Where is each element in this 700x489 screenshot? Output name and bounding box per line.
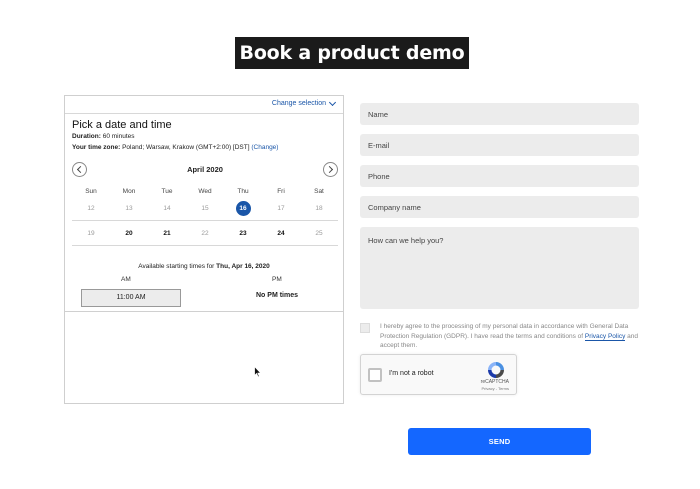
timezone-change-link[interactable]: (Change) bbox=[251, 144, 278, 151]
recaptcha-terms[interactable]: Privacy - Terms bbox=[482, 386, 509, 391]
calendar-day: 25 bbox=[315, 229, 323, 237]
weekday-label: Sun bbox=[85, 187, 97, 195]
weekday-label: Tue bbox=[161, 187, 173, 195]
calendar-day: 13 bbox=[125, 204, 133, 212]
am-label: AM bbox=[121, 276, 131, 283]
weekday-label: Fri bbox=[277, 187, 285, 195]
mouse-cursor-icon bbox=[254, 366, 262, 378]
recaptcha-widget: I'm not a robot reCAPTCHA Privacy - Term… bbox=[360, 354, 517, 395]
month-navigation: April 2020 bbox=[72, 162, 338, 178]
calendar-day-selected[interactable]: 16 bbox=[224, 200, 262, 216]
weekday-label: Mon bbox=[122, 187, 136, 195]
recaptcha-label: I'm not a robot bbox=[389, 370, 434, 377]
available-prefix: Available starting times for bbox=[138, 263, 217, 270]
calendar-day-available[interactable]: 20 bbox=[110, 230, 148, 237]
change-selection-link[interactable]: Change selection bbox=[271, 98, 337, 107]
calendar-week: 19 20 21 22 23 24 25 bbox=[72, 221, 338, 245]
divider bbox=[65, 113, 343, 114]
pm-label: PM bbox=[272, 276, 282, 283]
weekday-header: Sun Mon Tue Wed Thu Fri Sat bbox=[72, 186, 338, 196]
available-times-caption: Available starting times for Thu, Apr 16… bbox=[65, 263, 343, 270]
available-date: Thu, Apr 16, 2020 bbox=[216, 263, 270, 270]
time-slot-button[interactable]: 11:00 AM bbox=[81, 289, 181, 307]
selected-day-number: 16 bbox=[235, 200, 251, 216]
timezone-label: Your time zone: bbox=[72, 144, 121, 151]
calendar-day: 17 bbox=[277, 204, 285, 212]
duration-label: Duration: bbox=[72, 133, 101, 140]
calendar-day: 22 bbox=[201, 229, 209, 237]
duration-value: 60 minutes bbox=[102, 133, 135, 140]
weekday-label: Thu bbox=[237, 187, 249, 195]
phone-field[interactable] bbox=[360, 165, 639, 187]
company-field[interactable] bbox=[360, 196, 639, 218]
calendar-day: 12 bbox=[87, 204, 95, 212]
privacy-policy-link[interactable]: Privacy Policy bbox=[584, 332, 626, 341]
calendar-day-available[interactable]: 23 bbox=[224, 230, 262, 237]
timezone-value: Poland; Warsaw, Krakow (GMT+2:00) [DST] bbox=[122, 144, 250, 151]
scheduler-heading: Pick a date and time bbox=[72, 119, 172, 131]
weekday-label: Sat bbox=[314, 187, 324, 195]
recaptcha-logo-icon bbox=[488, 362, 504, 378]
change-selection-label: Change selection bbox=[271, 100, 326, 107]
duration-info: Duration: 60 minutes bbox=[72, 133, 135, 140]
no-pm-times: No PM times bbox=[256, 292, 299, 299]
calendar-grid: Sun Mon Tue Wed Thu Fri Sat 12 13 14 15 … bbox=[72, 186, 338, 246]
divider bbox=[65, 311, 343, 312]
calendar-day: 14 bbox=[163, 204, 171, 212]
calendar-day: 15 bbox=[201, 204, 209, 212]
send-button[interactable]: SEND bbox=[408, 428, 591, 455]
gdpr-consent-checkbox[interactable] bbox=[360, 323, 370, 333]
calendar-day-available[interactable]: 21 bbox=[148, 230, 186, 237]
name-field[interactable] bbox=[360, 103, 639, 125]
divider bbox=[72, 245, 338, 246]
calendar-day: 18 bbox=[315, 204, 323, 212]
weekday-label: Wed bbox=[198, 187, 212, 195]
chevron-right-icon bbox=[325, 165, 334, 174]
calendar-day: 19 bbox=[87, 229, 95, 237]
chevron-down-icon bbox=[328, 98, 337, 106]
next-month-button[interactable] bbox=[323, 162, 338, 177]
date-time-picker: Change selection Pick a date and time Du… bbox=[64, 95, 344, 404]
month-label: April 2020 bbox=[187, 165, 223, 174]
calendar-day-available[interactable]: 24 bbox=[262, 230, 300, 237]
gdpr-consent-text: I hereby agree to the processing of my p… bbox=[380, 322, 639, 351]
email-field[interactable] bbox=[360, 134, 639, 156]
timezone-info: Your time zone: Poland; Warsaw, Krakow (… bbox=[72, 144, 278, 151]
message-field[interactable] bbox=[360, 227, 639, 309]
recaptcha-brand: reCAPTCHA bbox=[480, 379, 509, 385]
recaptcha-checkbox[interactable] bbox=[368, 368, 382, 382]
calendar-week: 12 13 14 15 16 17 18 bbox=[72, 196, 338, 220]
page-title: Book a product demo bbox=[235, 37, 469, 69]
